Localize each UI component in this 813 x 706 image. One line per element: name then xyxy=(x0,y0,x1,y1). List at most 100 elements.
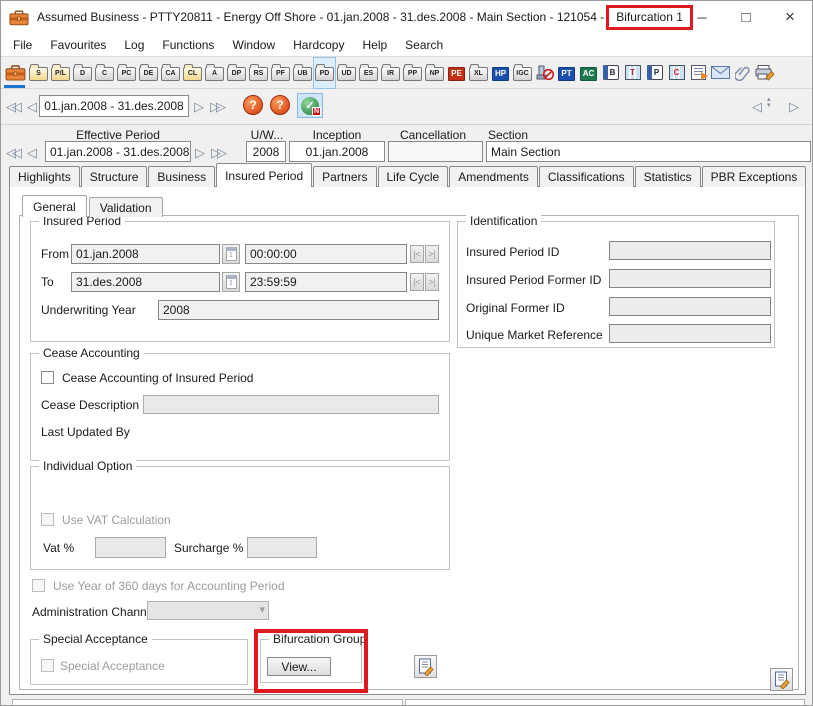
toolbar-c-button[interactable]: C xyxy=(94,58,115,88)
toolbar-pl-button[interactable]: P/L xyxy=(50,58,71,88)
notes-button[interactable] xyxy=(414,655,437,678)
toolbar-d-button[interactable]: D xyxy=(72,58,93,88)
special-acceptance-checkbox[interactable] xyxy=(41,659,54,672)
toolbar-pc-button[interactable]: PC xyxy=(116,58,137,88)
toolbar-de-button[interactable]: DE xyxy=(138,58,159,88)
scroll-right-button[interactable]: ▷ xyxy=(789,97,795,117)
from-date-calendar-button[interactable]: 1 xyxy=(222,244,240,264)
toolbar-ub-button[interactable]: UB xyxy=(292,58,313,88)
toolbar-book-b-button[interactable]: B xyxy=(600,58,621,88)
administration-channel-dropdown[interactable]: ▾ xyxy=(147,601,269,620)
effective-period-field[interactable]: 01.jan.2008 - 31.des.2008 xyxy=(45,141,191,162)
toolbar-pp-button[interactable]: PP xyxy=(402,58,423,88)
tab-business[interactable]: Business xyxy=(148,166,215,187)
cease-description-field[interactable] xyxy=(143,395,439,414)
section-field[interactable]: Main Section xyxy=(486,141,811,162)
period-range-field[interactable]: 01.jan.2008 - 31.des.2008 xyxy=(39,95,189,117)
toolbar-print-edit-button[interactable] xyxy=(754,58,775,88)
to-date-field[interactable]: 31.des.2008 xyxy=(71,272,220,292)
inception-field[interactable]: 01.jan.2008 xyxy=(289,141,385,162)
toolbar-a-button[interactable]: A xyxy=(204,58,225,88)
tab-life-cycle[interactable]: Life Cycle xyxy=(378,166,449,187)
toolbar-dp-button[interactable]: DP xyxy=(226,58,247,88)
ctx-next-button[interactable]: ▷ xyxy=(195,143,201,163)
close-button[interactable]: × xyxy=(768,1,812,33)
toolbar-pe-button[interactable]: PE xyxy=(446,58,467,88)
toolbar-ac-button[interactable]: AC xyxy=(578,58,599,88)
from-time-field[interactable]: 00:00:00 xyxy=(245,244,407,264)
toolbar-np-button[interactable]: NP xyxy=(424,58,445,88)
uw-year-field[interactable]: 2008 xyxy=(246,141,286,162)
toolbar-pd-button[interactable]: PD xyxy=(314,58,335,88)
menu-hardcopy[interactable]: Hardcopy xyxy=(284,35,353,55)
menu-help[interactable]: Help xyxy=(353,35,396,55)
nav-last-button[interactable]: ▷▷ xyxy=(210,97,222,117)
tab-pbr-exceptions[interactable]: PBR Exceptions xyxy=(702,166,807,187)
tab-highlights[interactable]: Highlights xyxy=(9,166,80,187)
validation-ok-button[interactable]: ✓ N xyxy=(297,93,323,118)
scroll-left-button[interactable]: ◁ xyxy=(752,97,758,117)
tab-insured-period[interactable]: Insured Period xyxy=(216,163,312,187)
toolbar-es-button[interactable]: ES xyxy=(358,58,379,88)
ctx-first-button[interactable]: ◁◁ xyxy=(6,143,18,163)
help-status-icon-1[interactable]: ? xyxy=(243,95,263,115)
tab-statistics[interactable]: Statistics xyxy=(635,166,701,187)
ctx-last-button[interactable]: ▷▷ xyxy=(211,143,223,163)
notes-button-bottom[interactable] xyxy=(770,668,793,691)
toolbar-s-button[interactable]: S xyxy=(28,58,49,88)
toolbar-rs-button[interactable]: RS xyxy=(248,58,269,88)
use-vat-calculation-checkbox[interactable] xyxy=(41,513,54,526)
toolbar-cl-button[interactable]: CL xyxy=(182,58,203,88)
subtab-validation[interactable]: Validation xyxy=(89,197,163,217)
to-time-start-button[interactable]: |< xyxy=(410,273,424,291)
tab-classifications[interactable]: Classifications xyxy=(539,166,634,187)
insured-period-id-field[interactable] xyxy=(609,241,771,260)
from-time-start-button[interactable]: |< xyxy=(410,245,424,263)
toolbar-hp-button[interactable]: HP xyxy=(490,58,511,88)
view-bifurcation-button[interactable]: View... xyxy=(267,657,331,676)
insured-period-former-id-field[interactable] xyxy=(609,269,771,288)
nav-next-button[interactable]: ▷ xyxy=(194,97,200,117)
from-time-end-button[interactable]: >| xyxy=(425,245,439,263)
original-former-id-field[interactable] xyxy=(609,297,771,316)
vat-percent-field[interactable] xyxy=(95,537,166,558)
nav-prev-button[interactable]: ◁ xyxy=(27,97,33,117)
toolbar-briefcase-button[interactable] xyxy=(3,58,27,88)
to-date-calendar-button[interactable]: 1 xyxy=(222,272,240,292)
tab-amendments[interactable]: Amendments xyxy=(449,166,538,187)
nav-first-button[interactable]: ◁◁ xyxy=(6,97,18,117)
toolbar-xl-button[interactable]: XL xyxy=(468,58,489,88)
menu-search[interactable]: Search xyxy=(396,35,452,55)
to-time-end-button[interactable]: >| xyxy=(425,273,439,291)
toolbar-ud-button[interactable]: UD xyxy=(336,58,357,88)
menu-window[interactable]: Window xyxy=(223,35,284,55)
maximize-button[interactable]: □ xyxy=(724,1,768,33)
menu-log[interactable]: Log xyxy=(115,35,153,55)
toolbar-book-p-button[interactable]: P xyxy=(644,58,665,88)
toolbar-pt-button[interactable]: PT xyxy=(556,58,577,88)
toolbar-table-t-button[interactable]: T xyxy=(622,58,643,88)
menu-favourites[interactable]: Favourites xyxy=(41,35,115,55)
subtab-general[interactable]: General xyxy=(22,195,87,217)
toolbar-ir-button[interactable]: IR xyxy=(380,58,401,88)
to-time-field[interactable]: 23:59:59 xyxy=(245,272,407,292)
help-status-icon-2[interactable]: ? xyxy=(270,95,290,115)
toolbar-mail-button[interactable] xyxy=(710,58,731,88)
tab-partners[interactable]: Partners xyxy=(313,166,376,187)
toolbar-disconnect-button[interactable] xyxy=(534,58,555,88)
unique-market-reference-field[interactable] xyxy=(609,324,771,343)
cancellation-field[interactable] xyxy=(388,141,483,162)
menu-file[interactable]: File xyxy=(4,35,41,55)
ctx-prev-button[interactable]: ◁ xyxy=(27,143,33,163)
menu-functions[interactable]: Functions xyxy=(153,35,223,55)
use-360-days-checkbox[interactable] xyxy=(32,579,45,592)
sort-split-button[interactable]: ▴ ▾ xyxy=(767,97,771,109)
toolbar-pf-button[interactable]: PF xyxy=(270,58,291,88)
surcharge-percent-field[interactable] xyxy=(247,537,317,558)
underwriting-year-field[interactable]: 2008 xyxy=(158,300,439,320)
toolbar-igc-button[interactable]: IGC xyxy=(512,58,533,88)
from-date-field[interactable]: 01.jan.2008 xyxy=(71,244,220,264)
toolbar-list-export-button[interactable] xyxy=(688,58,709,88)
cease-accounting-checkbox[interactable] xyxy=(41,371,54,384)
toolbar-attachment-button[interactable] xyxy=(732,58,753,88)
